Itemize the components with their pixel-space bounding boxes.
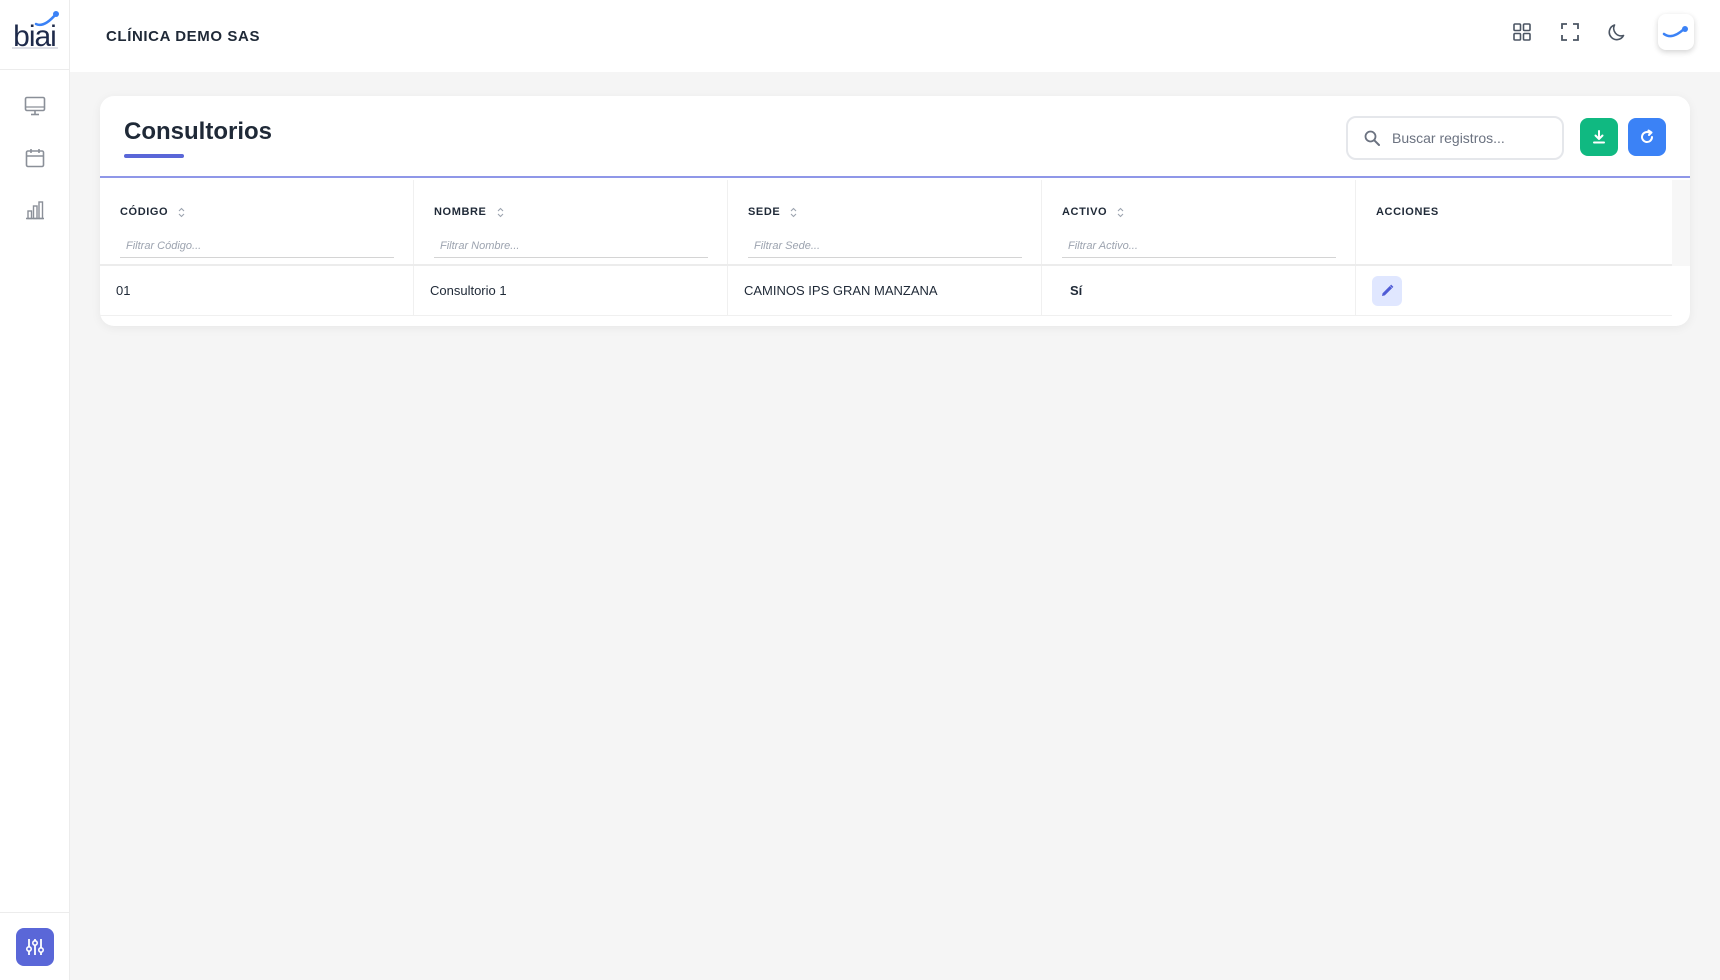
download-icon [1593,130,1605,144]
header-actions [1508,14,1694,50]
page-title: Consultorios [124,118,272,145]
avatar-logo-icon [1662,26,1688,38]
column-label: NOMBRE [434,206,487,218]
search-icon [1364,130,1380,146]
column-codigo: CÓDIGO [100,180,414,264]
table-row[interactable]: 01 Consultorio 1 CAMINOS IPS GRAN MANZAN… [100,266,1672,316]
column-activo: ACTIVO [1042,180,1356,264]
bar-chart-icon [25,201,44,220]
refresh-icon [1641,129,1654,143]
cell-codigo: 01 [100,266,414,315]
column-acciones: ACCIONES [1356,180,1670,264]
user-avatar[interactable] [1658,14,1694,50]
sliders-icon [25,938,44,955]
sort-icon [790,207,797,217]
column-header-sede[interactable]: SEDE [748,206,797,218]
monitor-icon [24,96,45,116]
sidebar-item-calendar[interactable] [15,142,55,174]
fullscreen-icon [1561,23,1579,41]
cell-acciones [1356,266,1670,315]
sidebar: biai [0,0,70,980]
title-underline [124,154,184,158]
consultorios-table: CÓDIGO NOMBRE SEDE [100,180,1672,316]
search-input[interactable] [1392,130,1542,146]
sidebar-footer [0,912,69,980]
column-header-nombre[interactable]: NOMBRE [434,206,504,218]
sidebar-item-reports[interactable] [15,194,55,226]
consultorios-card: Consultorios CÓDIGO [100,96,1690,326]
dark-mode-toggle[interactable] [1604,18,1632,46]
sort-icon [178,207,185,217]
apps-grid-button[interactable] [1508,18,1536,46]
filter-activo-input[interactable] [1062,234,1336,258]
table-header: CÓDIGO NOMBRE SEDE [100,180,1672,266]
top-header: CLÍNICA DEMO SAS [70,0,1720,72]
pencil-icon [1382,284,1394,296]
column-label: CÓDIGO [120,206,169,218]
app-logo[interactable]: biai [0,0,69,70]
column-label: ACTIVO [1062,206,1108,218]
logo-tagline [12,47,58,49]
logo-swoosh-icon [34,11,59,27]
cell-sede: CAMINOS IPS GRAN MANZANA [728,266,1042,315]
organization-name: CLÍNICA DEMO SAS [106,27,261,45]
grid-icon [1513,23,1531,41]
filter-codigo-input[interactable] [120,234,394,258]
table-scrollbar[interactable] [1672,180,1690,266]
sidebar-nav [0,70,69,226]
download-button[interactable] [1580,118,1618,156]
column-nombre: NOMBRE [414,180,728,264]
customizer-button[interactable] [15,927,54,966]
edit-button[interactable] [1372,275,1402,306]
filter-nombre-input[interactable] [434,234,708,258]
search-box [1346,116,1564,160]
column-header-codigo[interactable]: CÓDIGO [120,206,185,218]
column-header-activo[interactable]: ACTIVO [1062,206,1124,218]
calendar-icon [25,149,44,168]
filter-sede-input[interactable] [748,234,1022,258]
column-header-acciones: ACCIONES [1376,206,1439,218]
moon-icon [1608,24,1625,41]
cell-activo: Sí [1042,266,1356,315]
column-sede: SEDE [728,180,1042,264]
column-label: ACCIONES [1376,206,1439,218]
fullscreen-button[interactable] [1556,18,1584,46]
refresh-button[interactable] [1628,118,1666,156]
sidebar-item-dashboard[interactable] [15,90,55,122]
sort-icon [497,207,503,217]
card-header: Consultorios [100,96,1690,178]
sort-icon [1117,207,1124,217]
cell-nombre: Consultorio 1 [414,266,728,315]
column-label: SEDE [748,206,781,218]
